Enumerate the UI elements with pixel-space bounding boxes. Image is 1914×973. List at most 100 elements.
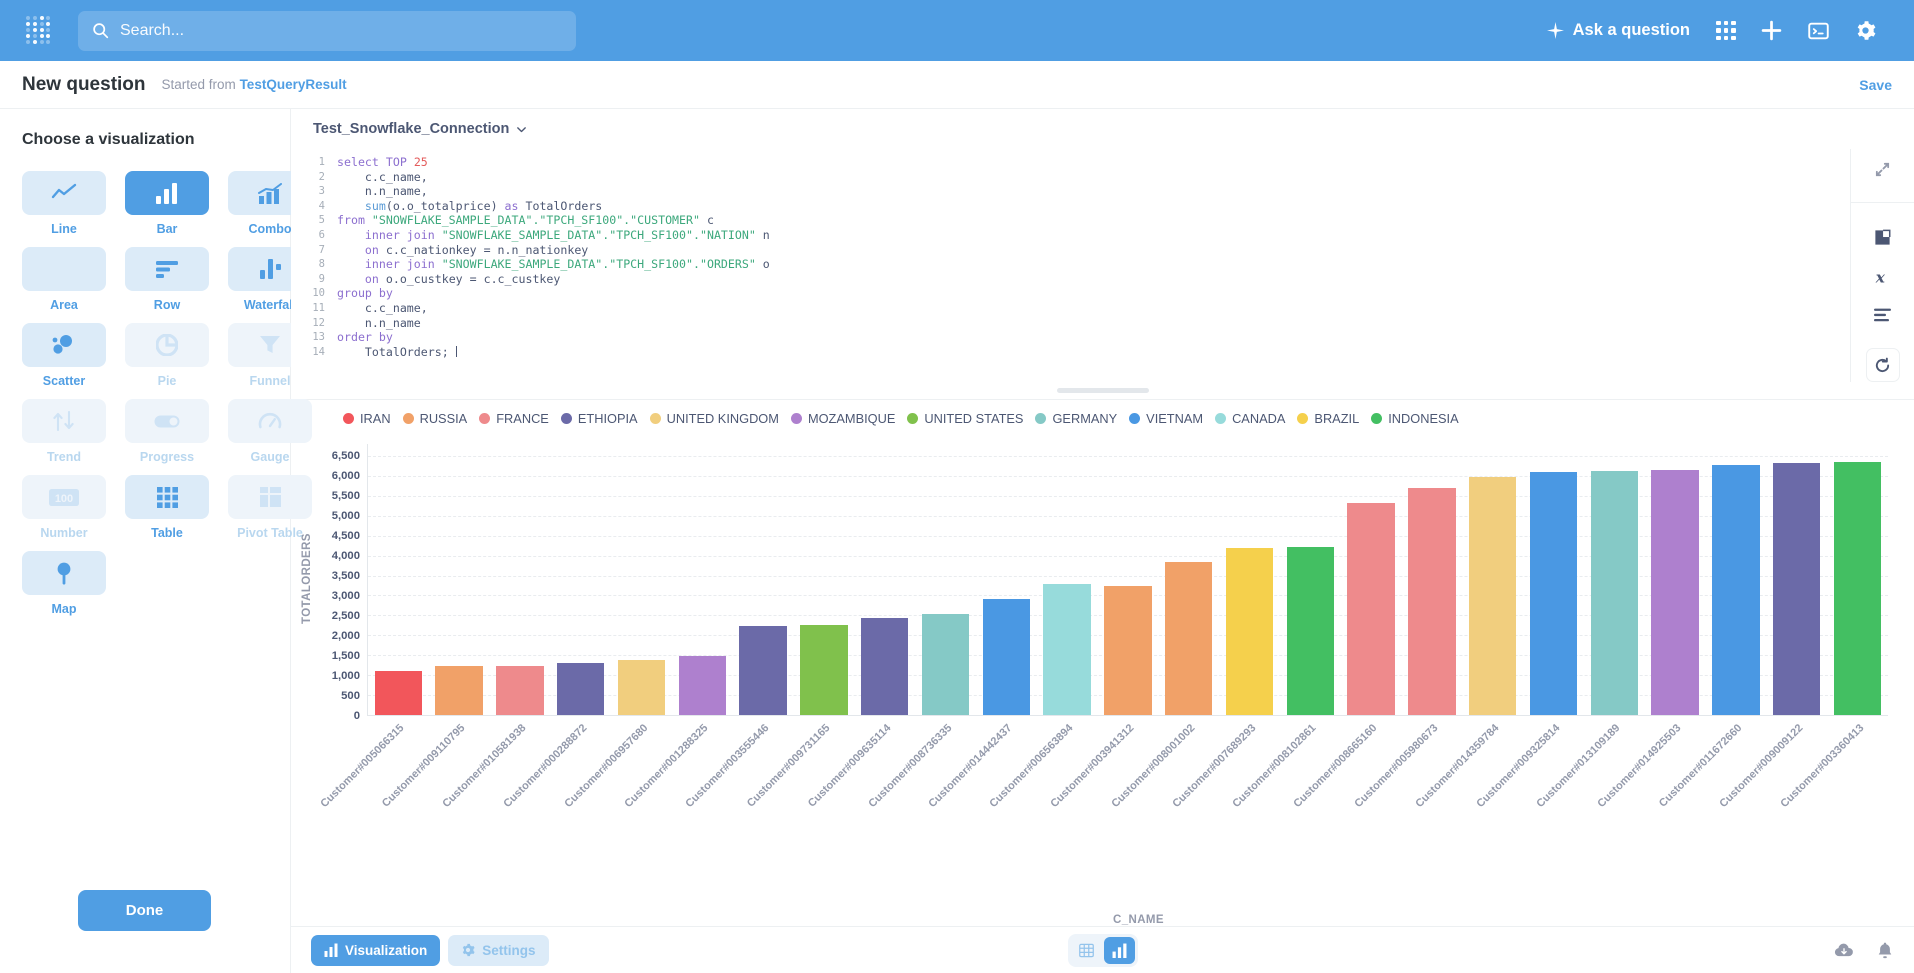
bar-slot	[550, 444, 611, 715]
viz-option-line[interactable]: Line	[22, 171, 106, 236]
line-number: 12	[312, 316, 325, 329]
collapse-icon[interactable]	[1874, 161, 1891, 178]
bar[interactable]	[1225, 547, 1274, 715]
viz-option-bar[interactable]: Bar	[125, 171, 209, 236]
bar[interactable]	[1773, 463, 1821, 715]
y-axis-tick-label: 0	[353, 710, 360, 722]
line-text: inner join "SNOWFLAKE_SAMPLE_DATA"."TPCH…	[364, 227, 770, 242]
viz-option-table[interactable]: Table	[125, 475, 209, 540]
legend-label: IRAN	[360, 411, 391, 426]
legend-item[interactable]: MOZAMBIQUE	[790, 411, 895, 426]
run-query-button[interactable]	[1865, 348, 1900, 382]
visualization-sidebar: Choose a visualization Line Bar Combo Area R…	[0, 109, 312, 973]
line-number: 3	[318, 185, 325, 198]
chart-view-button[interactable]	[1103, 936, 1135, 964]
bar[interactable]	[678, 656, 727, 715]
bar[interactable]	[739, 626, 787, 715]
visualization-tab-button[interactable]: Visualization	[311, 934, 441, 966]
legend-label: UNITED STATES	[924, 411, 1024, 426]
bar[interactable]	[1469, 477, 1517, 715]
legend-item[interactable]: ETHIOPIA	[560, 411, 638, 426]
done-button[interactable]: Done	[78, 890, 211, 931]
legend-item[interactable]: BRAZIL	[1297, 411, 1359, 426]
line-number: 10	[312, 287, 325, 300]
viz-option-label: Number	[40, 526, 88, 540]
download-icon[interactable]	[1834, 942, 1854, 959]
metabase-logo-icon[interactable]	[26, 15, 52, 46]
bar[interactable]	[496, 665, 544, 715]
format-icon[interactable]	[1873, 307, 1893, 323]
bar[interactable]	[374, 671, 423, 715]
bar[interactable]	[435, 666, 483, 715]
legend-color-swatch	[402, 413, 414, 424]
chart-view-icon	[1112, 943, 1126, 958]
alert-bell-icon[interactable]	[1876, 941, 1894, 960]
sql-console-icon[interactable]	[1808, 21, 1829, 41]
legend-item[interactable]: UNITED KINGDOM	[649, 411, 779, 426]
database-selector[interactable]: Test_Snowflake_Connection	[291, 109, 1914, 149]
bar[interactable]	[1833, 461, 1882, 715]
visualization-type-grid: Line Bar Combo Area Row Waterfall Scatter Pie Fu…	[22, 171, 312, 616]
legend-item[interactable]: INDONESIA	[1371, 411, 1459, 426]
bar-slot	[1341, 444, 1402, 715]
bar[interactable]	[1408, 487, 1456, 715]
viz-option-scatter[interactable]: Scatter	[22, 323, 106, 388]
y-axis-tick-label: 5,500	[331, 490, 360, 502]
sql-editor[interactable]: 1 select TOP 25 2 c.c_name, 3 n.n_name, 4 su…	[291, 149, 1850, 382]
legend-item[interactable]: FRANCE	[479, 411, 549, 426]
sparkle-icon	[1546, 22, 1564, 39]
bar[interactable]	[617, 660, 666, 715]
settings-tab-button[interactable]: Settings	[448, 934, 549, 966]
line-text: on c.c_nationkey = n.n_nationkey	[364, 242, 589, 257]
bar[interactable]	[1165, 561, 1213, 715]
legend-item[interactable]: GERMANY	[1035, 411, 1117, 426]
row-chart-icon	[125, 247, 209, 291]
ask-a-question-button[interactable]: Ask a question	[1546, 21, 1690, 40]
sql-line: 13 order by	[291, 330, 1850, 345]
bar[interactable]	[557, 662, 605, 715]
bar[interactable]	[800, 625, 848, 715]
bar[interactable]	[1712, 464, 1760, 715]
legend-color-swatch	[649, 413, 661, 424]
bar[interactable]	[1043, 584, 1091, 715]
bar-slot	[1766, 444, 1827, 715]
viz-option-area[interactable]: Area	[22, 247, 106, 312]
grid-apps-icon[interactable]	[1716, 20, 1736, 41]
x-axis-tick-labels: Customer#005066315 Customer#009110795 Cust…	[319, 716, 1888, 816]
y-axis-tick-label: 2,500	[331, 610, 360, 622]
bar[interactable]	[1529, 472, 1578, 715]
legend-item[interactable]: VIETNAM	[1129, 411, 1203, 426]
line-text: on o.o_custkey = c.c_custkey	[364, 271, 561, 286]
line-text: TotalOrders;	[337, 344, 457, 359]
sql-line: 6 inner join "SNOWFLAKE_SAMPLE_DATA"."TP…	[291, 228, 1850, 243]
editor-resize-handle[interactable]	[291, 382, 1914, 400]
search-input[interactable]: Search...	[78, 10, 576, 51]
bar[interactable]	[861, 618, 909, 715]
bar[interactable]	[1590, 470, 1639, 715]
search-placeholder: Search...	[120, 21, 185, 39]
legend-item[interactable]: IRAN	[343, 411, 391, 426]
viz-option-map[interactable]: Map	[22, 551, 106, 616]
legend-item[interactable]: UNITED STATES	[907, 411, 1023, 426]
bar[interactable]	[1651, 469, 1699, 715]
table-view-button[interactable]	[1071, 937, 1102, 964]
bar[interactable]	[921, 614, 970, 715]
legend-item[interactable]: RUSSIA	[402, 411, 467, 426]
sql-line: 8 inner join "SNOWFLAKE_SAMPLE_DATA"."TP…	[291, 257, 1850, 272]
viz-option-row[interactable]: Row	[125, 247, 209, 312]
line-text: c.c_name,	[337, 169, 428, 184]
legend-item[interactable]: CANADA	[1215, 411, 1285, 426]
bar[interactable]	[1286, 547, 1335, 715]
bar[interactable]	[982, 598, 1031, 715]
source-question-link[interactable]: TestQueryResult	[240, 77, 347, 92]
legend-label: VIETNAM	[1146, 411, 1204, 426]
save-button[interactable]: Save	[1859, 77, 1892, 93]
map-pin-icon	[22, 551, 106, 595]
y-axis-tick-label: 5,000	[331, 510, 360, 522]
variables-icon[interactable]: x	[1873, 268, 1893, 286]
bar[interactable]	[1104, 586, 1152, 715]
data-reference-icon[interactable]	[1873, 228, 1892, 247]
gear-icon[interactable]	[1855, 20, 1876, 41]
plus-icon[interactable]	[1761, 20, 1782, 41]
bar[interactable]	[1347, 502, 1395, 715]
